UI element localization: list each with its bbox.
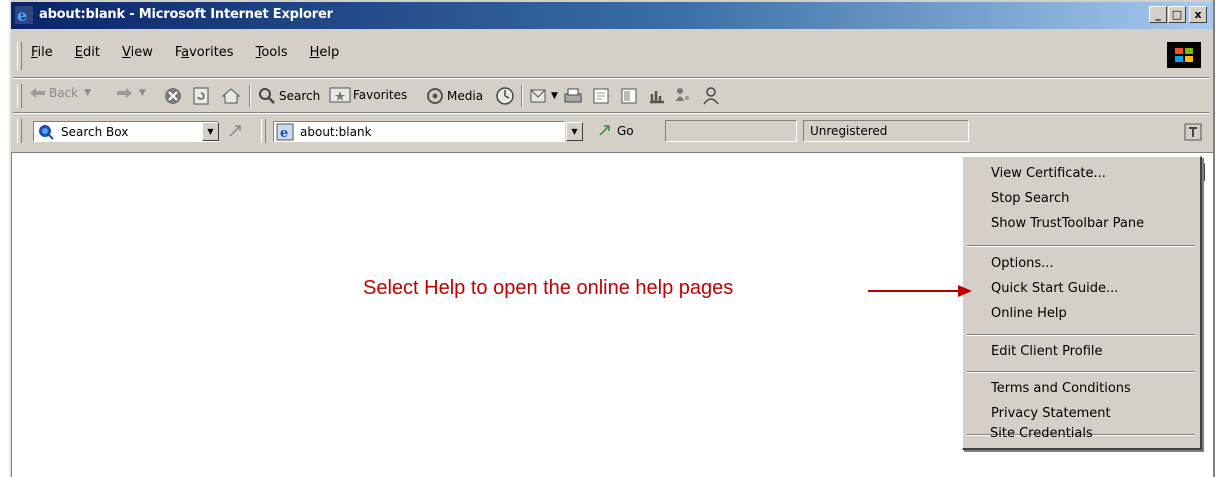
menu-item-terms-and-conditions[interactable]: Terms and Conditions — [991, 381, 1131, 396]
mail-icon — [530, 89, 546, 103]
standard-toolbar: Back ▼ ▼ Search Favorites Media ▼ — [11, 80, 1213, 112]
history-button[interactable] — [495, 86, 515, 106]
menu-item-privacy-statement[interactable]: Privacy Statement — [991, 406, 1111, 421]
edit-button[interactable] — [591, 86, 611, 106]
menu-separator — [967, 371, 1195, 373]
address-dropdown[interactable]: ▼ — [566, 122, 583, 141]
menu-bar: File Edit View Favorites Tools Help — [11, 34, 1213, 76]
favorites-icon — [329, 87, 351, 103]
person-icon — [703, 87, 719, 105]
refresh-icon — [193, 87, 209, 105]
divider — [13, 77, 1209, 79]
search-icon — [259, 88, 275, 104]
windows-logo-icon — [1167, 42, 1201, 68]
title-bar[interactable]: e about:blank - Microsoft Internet Explo… — [11, 2, 1213, 29]
menu-item-view-certificate[interactable]: View Certificate... — [991, 166, 1106, 181]
menu-separator — [967, 334, 1195, 336]
toolbar-grip[interactable] — [17, 84, 22, 108]
annotation-text: Select Help to open the online help page… — [363, 277, 734, 299]
go-arrow-icon — [599, 125, 610, 136]
address-field[interactable]: e about:blank — [273, 121, 565, 142]
messenger-button[interactable] — [673, 86, 693, 106]
trust-toolbar-icon — [1184, 123, 1202, 141]
back-dropdown-icon: ▼ — [84, 88, 92, 98]
search-go-button[interactable] — [227, 122, 245, 140]
print-button[interactable] — [563, 86, 583, 106]
annotation-arrow-icon — [868, 285, 972, 297]
maximize-button[interactable]: □ — [1168, 6, 1186, 23]
toolbar-separator — [521, 85, 523, 107]
toolbar-grip[interactable] — [261, 119, 266, 143]
ie-logo-icon: e — [15, 6, 33, 24]
toolbar-grip[interactable] — [17, 119, 22, 143]
discuss-icon — [621, 88, 637, 104]
page-icon: e — [276, 123, 294, 141]
menu-item-show-trusttoolbar-pane[interactable]: Show TrustToolbar Pane — [991, 216, 1144, 231]
menu-item-quick-start-guide[interactable]: Quick Start Guide... — [991, 281, 1118, 296]
media-icon — [427, 88, 443, 104]
back-arrow-icon — [30, 88, 45, 98]
mail-button[interactable]: ▼ — [529, 86, 558, 106]
discuss-button[interactable] — [619, 86, 639, 106]
forward-button[interactable]: ▼ — [115, 86, 146, 100]
menu-help[interactable]: Help — [310, 45, 340, 60]
toolbar-separator — [249, 85, 251, 107]
status-field: Unregistered — [803, 120, 969, 142]
trust-toolbar-menu: View Certificate... Stop Search Show Tru… — [962, 156, 1202, 450]
menu-edit[interactable]: Edit — [75, 45, 100, 60]
search-button[interactable]: Search — [257, 86, 320, 106]
search-box-icon — [39, 124, 54, 140]
stop-button[interactable] — [163, 86, 183, 106]
window-title: about:blank - Microsoft Internet Explore… — [39, 7, 333, 22]
media-button[interactable]: Media — [425, 86, 483, 106]
messenger-icon — [676, 88, 689, 101]
search-box-dropdown[interactable]: ▼ — [202, 122, 219, 141]
go-arrow-icon — [229, 125, 241, 137]
forward-arrow-icon — [117, 88, 132, 98]
research-button[interactable] — [647, 86, 667, 106]
refresh-button[interactable] — [191, 86, 211, 106]
svg-text:e: e — [280, 126, 288, 141]
menu-item-edit-client-profile[interactable]: Edit Client Profile — [991, 344, 1103, 359]
research-icon — [650, 91, 664, 104]
menu-item-stop-search[interactable]: Stop Search — [991, 191, 1069, 206]
minimize-button[interactable]: _ — [1149, 6, 1167, 23]
menu-separator — [967, 245, 1195, 247]
trust-input[interactable] — [665, 120, 797, 142]
mail-dropdown-icon: ▼ — [551, 91, 558, 101]
menu-item-site-credentials[interactable]: Site Credentials — [990, 426, 1093, 441]
home-button[interactable] — [221, 86, 241, 106]
menu-item-options[interactable]: Options... — [991, 256, 1054, 271]
stop-icon — [165, 88, 181, 104]
forward-dropdown-icon: ▼ — [139, 88, 146, 98]
favorites-button[interactable]: Favorites — [329, 86, 407, 104]
close-button[interactable]: x — [1189, 6, 1207, 23]
menu-favorites[interactable]: Favorites — [175, 45, 234, 60]
edit-icon — [593, 88, 609, 104]
menu-grip[interactable] — [17, 42, 22, 70]
menu-view[interactable]: View — [122, 45, 153, 60]
home-icon — [221, 88, 241, 104]
contact-button[interactable] — [701, 86, 721, 106]
menu-file[interactable]: File — [31, 45, 53, 60]
go-button[interactable]: Go — [597, 123, 634, 139]
back-button[interactable]: Back ▼ — [29, 86, 91, 100]
history-icon — [496, 87, 514, 105]
svg-text:e: e — [17, 6, 27, 24]
search-box-select[interactable]: Search Box — [33, 121, 219, 142]
print-icon — [564, 88, 582, 103]
menu-tools[interactable]: Tools — [256, 45, 288, 60]
trust-toolbar-button[interactable] — [1183, 122, 1203, 142]
menu-item-online-help[interactable]: Online Help — [991, 306, 1067, 321]
address-toolbar: Search Box ▼ e about:blank ▼ Go Unregist… — [11, 114, 1213, 148]
